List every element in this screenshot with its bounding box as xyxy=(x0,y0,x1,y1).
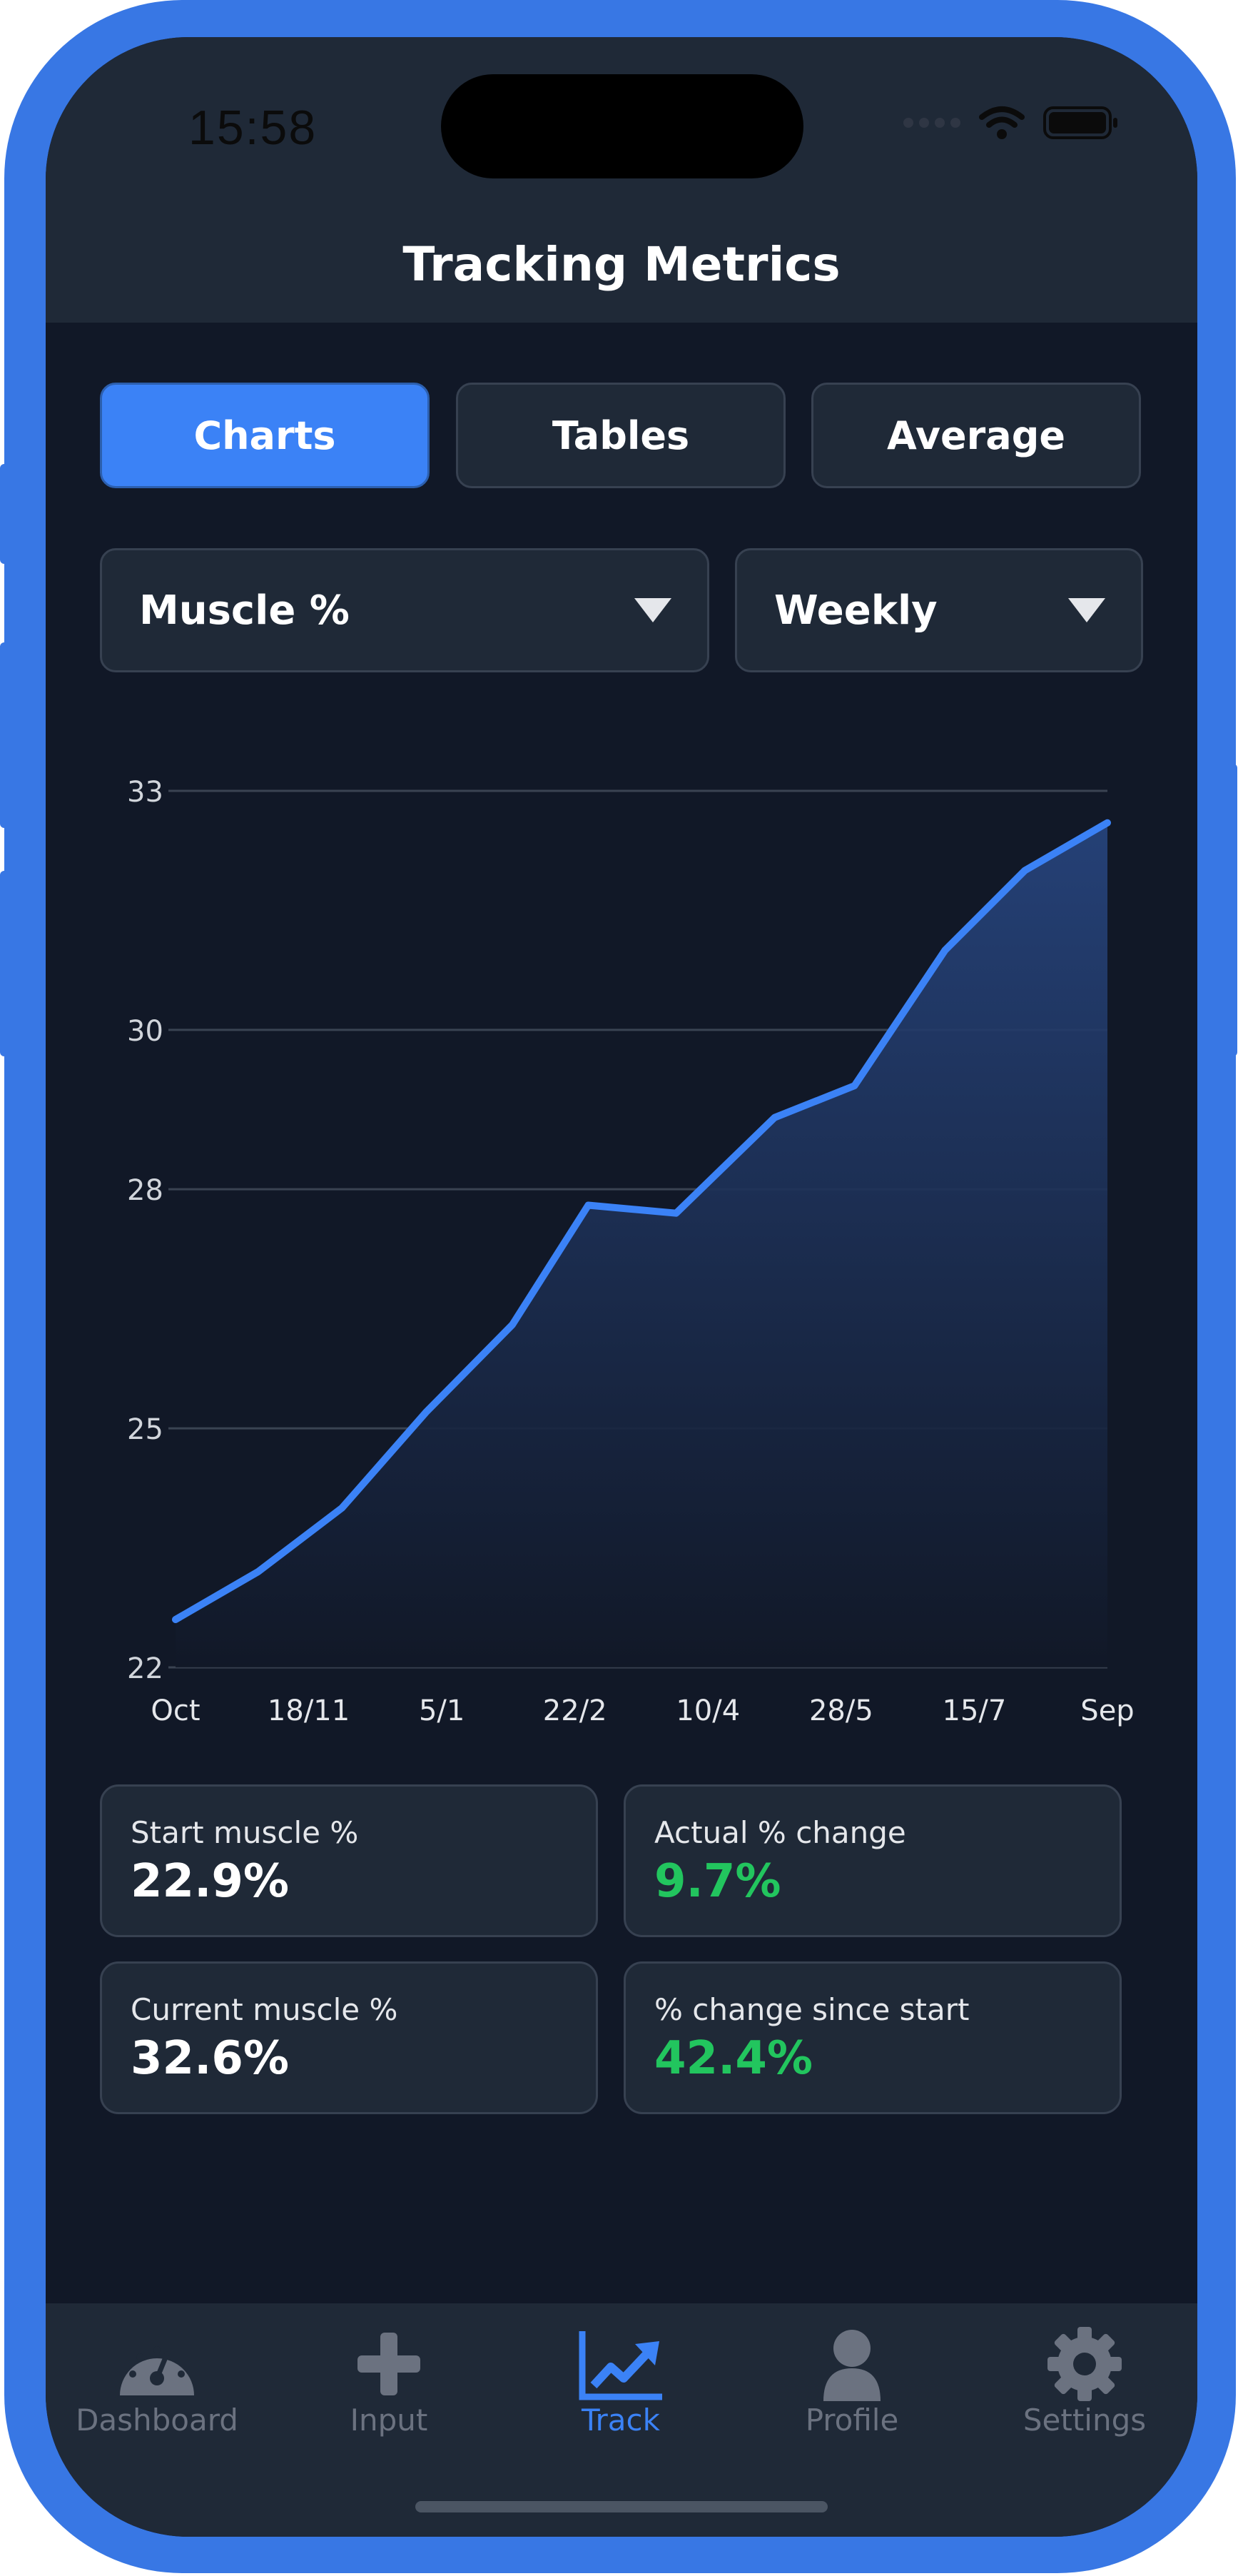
data-point xyxy=(773,1116,776,1118)
period-select[interactable]: Weekly xyxy=(735,548,1143,672)
home-indicator xyxy=(415,2501,828,2512)
data-point xyxy=(257,1571,259,1573)
page-title: Tracking Metrics xyxy=(402,237,841,292)
y-tick-label: 22 xyxy=(127,1652,163,1685)
stat-card-percent-change: % change since start 42.4% xyxy=(624,1961,1122,2114)
stat-card-current: Current muscle % 32.6% xyxy=(100,1961,598,2114)
tabbar-item-settings[interactable]: Settings xyxy=(978,2327,1192,2438)
x-tick-label: Sep xyxy=(1080,1694,1134,1727)
stat-value: 42.4% xyxy=(654,2032,813,2085)
data-point xyxy=(587,1204,589,1206)
y-tick-label: 30 xyxy=(127,1015,163,1048)
tab-tables[interactable]: Tables xyxy=(456,383,786,488)
stat-label: Current muscle % xyxy=(131,1992,398,2027)
x-tick-label: 10/4 xyxy=(676,1694,740,1727)
cellular-signal-icon xyxy=(903,118,960,128)
y-tick-label: 25 xyxy=(127,1413,163,1446)
y-tick-label: 28 xyxy=(127,1174,163,1207)
tabbar-item-input[interactable]: Input xyxy=(282,2327,496,2438)
data-point xyxy=(853,1085,856,1087)
stat-card-start: Start muscle % 22.9% xyxy=(100,1784,598,1937)
tabbar-label: Profile xyxy=(805,2403,899,2438)
tab-charts[interactable]: Charts xyxy=(100,383,430,488)
gear-icon xyxy=(1047,2327,1122,2401)
tabbar-label: Settings xyxy=(1023,2403,1147,2438)
stat-label: % change since start xyxy=(654,1992,970,2027)
stat-label: Actual % change xyxy=(654,1815,906,1850)
status-bar: 15:58 xyxy=(46,37,1197,180)
x-tick-label: 22/2 xyxy=(543,1694,607,1727)
data-point xyxy=(512,1323,514,1325)
x-tick-label: 15/7 xyxy=(943,1694,1007,1727)
power-button xyxy=(1227,764,1237,1056)
muscle-chart: 33 30 28 25 22 Oct 18/11 5/1 22/2 10/4 28/5 15/7 Sep xyxy=(127,776,1135,1727)
volume-down-button xyxy=(0,871,10,1056)
tabbar-item-profile[interactable]: Profile xyxy=(745,2327,959,2438)
tabbar-label: Dashboard xyxy=(76,2403,238,2438)
status-time: 15:58 xyxy=(188,101,318,155)
chevron-down-icon xyxy=(634,598,671,622)
x-tick-label: Oct xyxy=(151,1694,200,1727)
data-point xyxy=(1107,822,1108,824)
stat-value: 22.9% xyxy=(131,1855,290,1908)
stat-card-actual-change: Actual % change 9.7% xyxy=(624,1784,1122,1937)
tabbar-item-dashboard[interactable]: Dashboard xyxy=(50,2327,264,2438)
action-button xyxy=(0,464,10,564)
tab-average[interactable]: Average xyxy=(811,383,1141,488)
tabbar-label: Input xyxy=(350,2403,428,2438)
x-tick-label: 28/5 xyxy=(809,1694,873,1727)
screen: 15:58 Tracking Metrics Charts Tables Ave… xyxy=(46,37,1197,2537)
wifi-icon xyxy=(979,106,1025,139)
plus-icon xyxy=(357,2333,420,2395)
chevron-down-icon xyxy=(1068,598,1105,622)
stat-value: 32.6% xyxy=(131,2032,290,2085)
area-fill xyxy=(176,822,1107,1667)
trend-chart-icon xyxy=(579,2331,662,2400)
x-tick-label: 5/1 xyxy=(419,1694,465,1727)
stat-label: Start muscle % xyxy=(131,1815,359,1850)
status-icons xyxy=(903,106,1117,140)
dynamic-island xyxy=(441,74,803,178)
data-point xyxy=(675,1212,677,1214)
gauge-icon xyxy=(120,2346,194,2395)
metric-select-value: Muscle % xyxy=(139,587,350,634)
tabbar-label: Track xyxy=(582,2403,660,2438)
metric-select[interactable]: Muscle % xyxy=(100,548,709,672)
person-icon xyxy=(823,2330,881,2401)
period-select-value: Weekly xyxy=(774,587,938,634)
data-point xyxy=(175,1619,176,1621)
data-point xyxy=(944,949,946,951)
volume-up-button xyxy=(0,642,10,828)
y-tick-label: 33 xyxy=(127,776,163,809)
data-point xyxy=(1024,869,1026,872)
x-tick-label: 18/11 xyxy=(268,1694,350,1727)
data-point xyxy=(425,1411,427,1413)
stat-value: 9.7% xyxy=(654,1855,781,1908)
battery-icon xyxy=(1043,106,1117,139)
tabbar-item-track[interactable]: Track xyxy=(514,2327,728,2438)
data-point xyxy=(341,1507,343,1509)
